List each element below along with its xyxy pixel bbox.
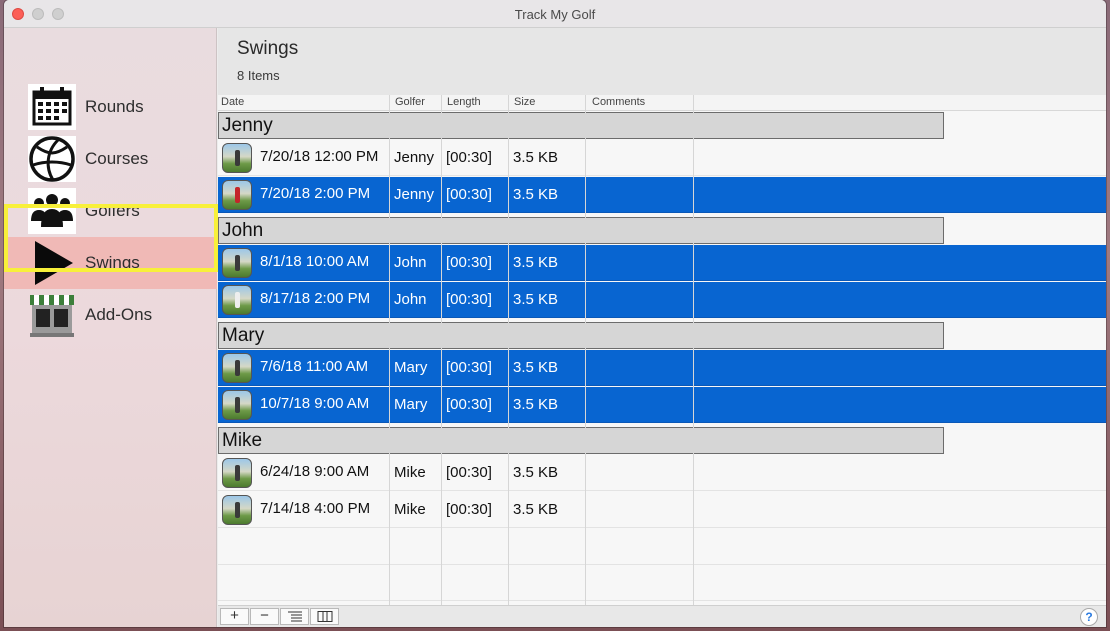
bottom-toolbar: + − ? <box>218 605 1106 627</box>
list-icon <box>287 611 302 622</box>
cell-date: 7/6/18 11:00 AM <box>260 358 369 375</box>
column-header-comments[interactable]: Comments <box>592 96 645 108</box>
cell-date: 7/14/18 4:00 PM <box>260 500 371 517</box>
remove-button[interactable]: − <box>250 608 279 625</box>
cell-length: [00:30] <box>446 186 492 203</box>
group-header-john: John <box>218 217 944 244</box>
sidebar-item-label: Rounds <box>85 97 144 116</box>
swing-thumbnail <box>222 353 252 383</box>
column-divider <box>441 95 442 605</box>
columns-view-button[interactable] <box>310 608 339 625</box>
column-header-golfer[interactable]: Golfer <box>395 96 425 108</box>
swing-thumbnail <box>222 180 252 210</box>
table-row[interactable]: 8/1/18 10:00 AM John [00:30] 3.5 KB <box>218 245 1106 281</box>
swing-thumbnail <box>222 458 252 488</box>
content-header: Swings 8 Items <box>218 28 1106 95</box>
store-icon <box>26 290 78 340</box>
cell-size: 3.5 KB <box>513 291 559 308</box>
table-row[interactable]: 7/6/18 11:00 AM Mary [00:30] 3.5 KB <box>218 350 1106 386</box>
cell-date: 8/1/18 10:00 AM <box>260 253 370 270</box>
cell-golfer: Mike <box>394 501 426 518</box>
swing-thumbnail <box>222 495 252 525</box>
cell-size: 3.5 KB <box>513 501 559 518</box>
app-window: Track My Golf Rounds Courses Golfers Swi… <box>4 0 1106 627</box>
cell-golfer: John <box>394 291 427 308</box>
table-header: Date Golfer Length Size Comments <box>218 95 1106 111</box>
cell-size: 3.5 KB <box>513 359 559 376</box>
empty-row <box>218 565 1106 601</box>
cell-golfer: John <box>394 254 427 271</box>
title-bar: Track My Golf <box>4 0 1106 28</box>
cell-size: 3.5 KB <box>513 464 559 481</box>
cell-length: [00:30] <box>446 149 492 166</box>
table-row[interactable]: 7/14/18 4:00 PM Mike [00:30] 3.5 KB <box>218 492 1106 528</box>
empty-row <box>218 529 1106 565</box>
cell-golfer: Jenny <box>394 186 435 203</box>
cell-length: [00:30] <box>446 254 492 271</box>
sidebar-item-label: Add-Ons <box>85 305 153 324</box>
column-header-date[interactable]: Date <box>221 96 244 108</box>
help-button[interactable]: ? <box>1080 608 1098 626</box>
cell-length: [00:30] <box>446 291 492 308</box>
main-content: Swings 8 Items Date Golfer Length Size C… <box>218 28 1106 627</box>
add-button[interactable]: + <box>220 608 249 625</box>
cell-length: [00:30] <box>446 396 492 413</box>
sidebar-item-rounds[interactable]: Rounds <box>4 81 217 133</box>
cell-date: 7/20/18 12:00 PM <box>260 148 379 165</box>
swing-thumbnail <box>222 248 252 278</box>
highlight-box <box>4 204 218 272</box>
columns-icon <box>317 611 332 622</box>
cell-length: [00:30] <box>446 464 492 481</box>
cell-golfer: Mary <box>394 359 428 376</box>
globe-icon <box>26 134 78 184</box>
column-divider <box>508 95 509 605</box>
group-header-jenny: Jenny <box>218 112 944 139</box>
column-divider <box>389 95 390 605</box>
sidebar-item-courses[interactable]: Courses <box>4 133 217 185</box>
list-view-button[interactable] <box>280 608 309 625</box>
cell-date: 10/7/18 9:00 AM <box>260 395 370 412</box>
cell-size: 3.5 KB <box>513 254 559 271</box>
item-count: 8 Items <box>237 68 280 83</box>
table-row[interactable]: 7/20/18 12:00 PM Jenny [00:30] 3.5 KB <box>218 140 1106 176</box>
sidebar: Rounds Courses Golfers Swings Add-Ons <box>4 28 217 627</box>
cell-date: 8/17/18 2:00 PM <box>260 290 371 307</box>
sidebar-item-label: Courses <box>85 149 149 168</box>
table-row[interactable]: 8/17/18 2:00 PM John [00:30] 3.5 KB <box>218 282 1106 318</box>
swing-thumbnail <box>222 285 252 315</box>
sidebar-item-add-ons[interactable]: Add-Ons <box>4 289 217 341</box>
column-divider <box>693 95 694 605</box>
column-header-length[interactable]: Length <box>447 96 481 108</box>
page-title: Swings <box>237 38 299 59</box>
swing-thumbnail <box>222 390 252 420</box>
swings-table: Date Golfer Length Size Comments Jenny 7… <box>218 95 1106 605</box>
group-header-mary: Mary <box>218 322 944 349</box>
cell-size: 3.5 KB <box>513 149 559 166</box>
column-header-size[interactable]: Size <box>514 96 535 108</box>
cell-size: 3.5 KB <box>513 186 559 203</box>
cell-golfer: Mary <box>394 396 428 413</box>
cell-golfer: Jenny <box>394 149 435 166</box>
column-divider <box>585 95 586 605</box>
window-title: Track My Golf <box>514 7 596 22</box>
calendar-icon <box>26 82 78 132</box>
table-row[interactable]: 6/24/18 9:00 AM Mike [00:30] 3.5 KB <box>218 455 1106 491</box>
cell-date: 7/20/18 2:00 PM <box>260 185 371 202</box>
table-row[interactable]: 10/7/18 9:00 AM Mary [00:30] 3.5 KB <box>218 387 1106 423</box>
cell-date: 6/24/18 9:00 AM <box>260 463 370 480</box>
table-row[interactable]: 7/20/18 2:00 PM Jenny [00:30] 3.5 KB <box>218 177 1106 213</box>
group-header-mike: Mike <box>218 427 944 454</box>
cell-size: 3.5 KB <box>513 396 559 413</box>
cell-length: [00:30] <box>446 501 492 518</box>
cell-length: [00:30] <box>446 359 492 376</box>
swing-thumbnail <box>222 143 252 173</box>
cell-golfer: Mike <box>394 464 426 481</box>
